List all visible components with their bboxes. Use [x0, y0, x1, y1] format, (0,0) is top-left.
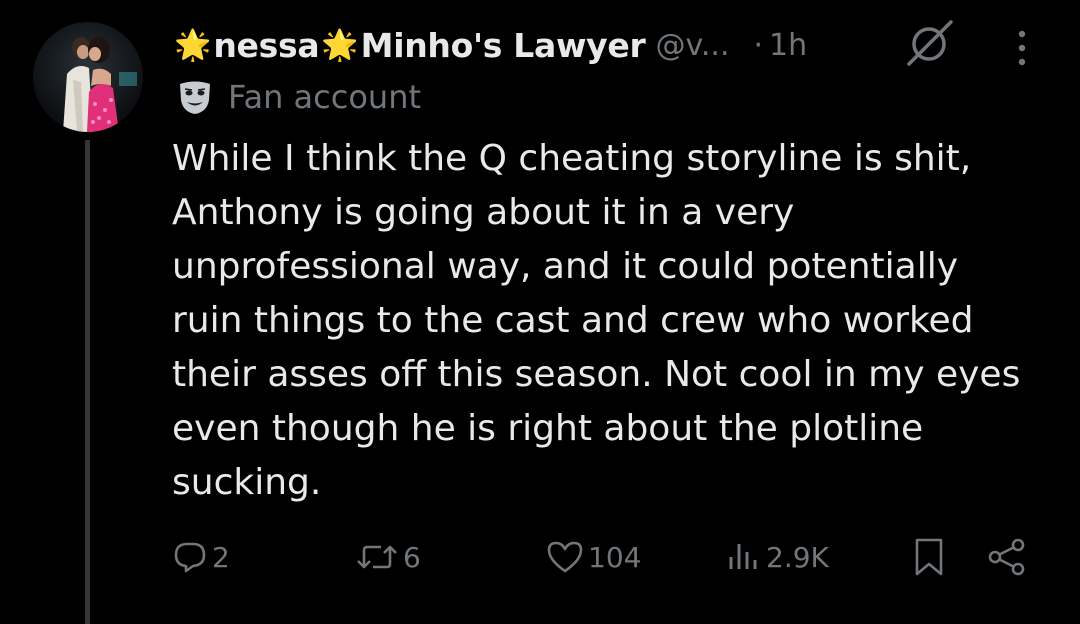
reply-icon [174, 542, 206, 573]
post-text-line: ruin things to the cast and crew who wor… [172, 300, 974, 341]
label-text: Fan account [228, 78, 422, 116]
share-icon [988, 538, 1025, 576]
user-handle[interactable]: @v... [655, 28, 729, 63]
views-count: 2.9K [766, 540, 829, 574]
bookmark-icon [915, 538, 943, 576]
post-text-line: unprofessional way, and it could potenti… [172, 246, 959, 287]
like-heart-icon [547, 541, 583, 573]
separator-dot: · [753, 27, 764, 63]
post-time[interactable]: 1h [769, 28, 807, 63]
like-count: 104 [588, 540, 642, 574]
account-label[interactable]: Fan account [176, 74, 421, 120]
repost-button[interactable]: 6 [355, 530, 421, 584]
action-bar: 2 6 104 2.9K [0, 530, 1080, 584]
repost-icon [357, 545, 397, 569]
like-button[interactable]: 104 [546, 530, 641, 584]
post-text-line: sucking. [172, 462, 322, 503]
share-button[interactable] [987, 530, 1027, 584]
post-text-line: While I think the Q cheating storyline i… [172, 138, 972, 179]
glowing-star-icon: 🌟 [174, 27, 212, 63]
bookmark-button[interactable] [912, 530, 946, 584]
views-bar-chart-icon [729, 544, 757, 569]
post-text: While I think the Q cheating storyline i… [172, 132, 1052, 510]
post-text-line: Anthony is going about it in a very [172, 192, 795, 233]
grok-icon[interactable] [903, 20, 955, 66]
reply-button[interactable]: 2 [172, 530, 230, 584]
glowing-star-icon: 🌟 [321, 27, 359, 63]
post-header: 🌟 nessa 🌟 Minho's Lawyer @v... · 1h [172, 22, 807, 68]
views-button[interactable]: 2.9K [726, 530, 829, 584]
repost-count: 6 [403, 540, 421, 574]
avatar[interactable] [33, 22, 143, 132]
display-name[interactable]: Minho's Lawyer [361, 26, 646, 65]
display-name-part[interactable]: nessa [213, 26, 319, 65]
reply-count: 2 [212, 540, 230, 574]
post-text-line: even though he is right about the plotli… [172, 408, 924, 449]
more-vertical-icon[interactable] [1010, 28, 1034, 68]
post-text-line: their asses off this season. Not cool in… [172, 354, 1021, 395]
avatar-photo [33, 22, 143, 132]
performing-arts-mask-icon [180, 81, 210, 114]
